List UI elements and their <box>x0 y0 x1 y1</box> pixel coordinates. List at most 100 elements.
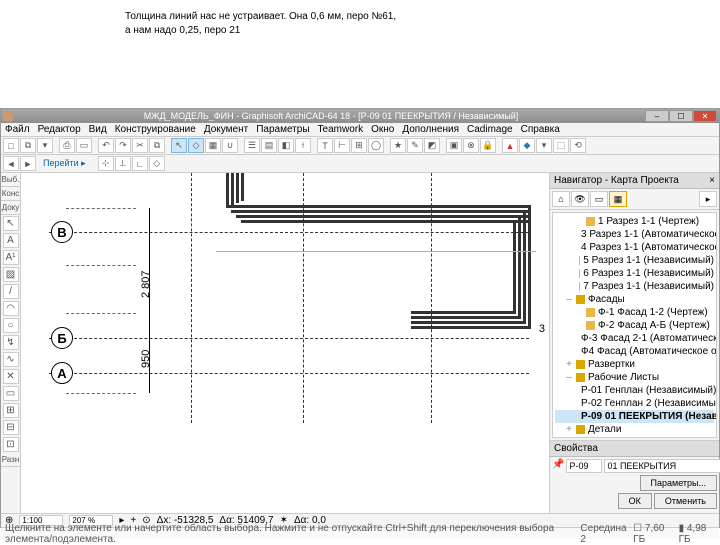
trace-icon[interactable]: ◧ <box>278 138 294 153</box>
pick-icon[interactable]: ◇ <box>188 138 204 153</box>
fill-tool-icon[interactable]: ▨ <box>3 267 19 282</box>
measure-icon[interactable]: ✎ <box>407 138 423 153</box>
plot-icon[interactable]: ▭ <box>76 138 92 153</box>
menu-edit[interactable]: Редактор <box>38 124 81 135</box>
filter-icon[interactable]: ☰ <box>244 138 260 153</box>
left-tab-misc[interactable]: Разн <box>1 453 20 467</box>
polyline-tool-icon[interactable]: ↯ <box>3 335 19 350</box>
tree-item[interactable]: Ф-3 Фасад 2-1 (Автоматическое обнов <box>555 332 714 345</box>
tree-item[interactable]: +Детали <box>555 423 714 436</box>
tree-item[interactable]: 6 Разрез 1-1 (Независимый) <box>555 267 714 280</box>
menu-addons[interactable]: Дополнения <box>402 124 459 135</box>
left-tab-select[interactable]: Выб. <box>1 173 20 187</box>
tree-item[interactable]: Ф-2 Фасад А-Б (Чертеж) <box>555 319 714 332</box>
left-tab-design[interactable]: Конс <box>1 187 20 201</box>
render-icon[interactable]: ◆ <box>519 138 535 153</box>
dim-icon[interactable]: ⊢ <box>334 138 350 153</box>
snap3-icon[interactable]: ∟ <box>132 156 148 171</box>
back-icon[interactable]: ◄ <box>3 156 19 171</box>
text-tool-icon[interactable]: A <box>3 233 19 248</box>
ruler-icon[interactable]: ⟊ <box>295 138 311 153</box>
menu-help[interactable]: Справка <box>521 124 560 135</box>
menu-design[interactable]: Конструирование <box>115 124 196 135</box>
ok-button[interactable]: ОК <box>618 493 652 509</box>
story-icon[interactable]: ▾ <box>536 138 552 153</box>
arc-tool-icon[interactable]: ◠ <box>3 301 19 316</box>
menu-window[interactable]: Окно <box>371 124 394 135</box>
menu-file[interactable]: Файл <box>5 124 30 135</box>
section-tool-icon[interactable]: ⊟ <box>3 420 19 435</box>
window-close[interactable]: ✕ <box>693 110 717 122</box>
label-tool-icon[interactable]: A¹ <box>3 250 19 265</box>
params-button[interactable]: Параметры... <box>640 475 717 491</box>
cut-icon[interactable]: ✂ <box>132 138 148 153</box>
tree-item[interactable]: –Рабочие Листы <box>555 371 714 384</box>
favorites-icon[interactable]: ★ <box>390 138 406 153</box>
drawing-canvas[interactable]: В Б А 2 807 950 3 <box>21 173 549 513</box>
detail-icon[interactable]: ◯ <box>368 138 384 153</box>
nav-tab-layout[interactable]: ▭ <box>590 191 608 207</box>
orbit-icon[interactable]: ⟲ <box>570 138 586 153</box>
tree-item[interactable]: +3D-документы <box>555 436 714 438</box>
snap2-icon[interactable]: ⟂ <box>115 156 131 171</box>
tree-item[interactable]: Р-01 Генплан (Независимый) <box>555 384 714 397</box>
nav-tab-project[interactable]: ⌂ <box>552 191 570 207</box>
figure-tool-icon[interactable]: ▭ <box>3 386 19 401</box>
magnet-icon[interactable]: ∪ <box>222 138 238 153</box>
spline-tool-icon[interactable]: ∿ <box>3 352 19 367</box>
camera-icon[interactable]: ◩ <box>424 138 440 153</box>
marquee-icon[interactable]: ▦ <box>205 138 221 153</box>
pin-icon[interactable]: 📌 <box>552 459 564 473</box>
arrow-tool-icon[interactable]: ↖ <box>3 216 19 231</box>
layer-icon[interactable]: ▤ <box>261 138 277 153</box>
menu-options[interactable]: Параметры <box>256 124 309 135</box>
tree-item[interactable]: 7 Разрез 1-1 (Независимый) <box>555 280 714 293</box>
window-minimize[interactable]: – <box>645 110 669 122</box>
menu-document[interactable]: Документ <box>204 124 248 135</box>
palette-icon[interactable]: ⬚ <box>553 138 569 153</box>
snap4-icon[interactable]: ◇ <box>149 156 165 171</box>
nav-tab-view[interactable]: 👁 <box>571 191 589 207</box>
tree-item[interactable]: –Фасады <box>555 293 714 306</box>
navigator-close-icon[interactable]: × <box>709 175 715 186</box>
view3d-icon[interactable]: ▲ <box>502 138 518 153</box>
undo-icon[interactable]: ↶ <box>98 138 114 153</box>
tree-item[interactable]: Р-09 01 ПЕЕКРЫТИЯ (Независи <box>555 410 714 423</box>
open-icon[interactable]: ⧉ <box>20 138 36 153</box>
snap1-icon[interactable]: ⊹ <box>98 156 114 171</box>
line-tool-icon[interactable]: / <box>3 284 19 299</box>
circle-tool-icon[interactable]: ○ <box>3 318 19 333</box>
prop-name-input[interactable] <box>604 459 720 473</box>
tree-item[interactable]: Ф4 Фасад (Автоматическое обнов <box>555 345 714 358</box>
menu-view[interactable]: Вид <box>89 124 107 135</box>
nav-options-icon[interactable]: ▸ <box>699 191 717 207</box>
navigator-tree[interactable]: 1 Разрез 1-1 (Чертеж)3 Разрез 1-1 (Автом… <box>552 212 717 438</box>
detail-tool-icon[interactable]: ⊡ <box>3 437 19 452</box>
tree-item[interactable]: Р-02 Генплан 2 (Независимый) <box>555 397 714 410</box>
prop-id-input[interactable] <box>566 459 602 473</box>
menu-teamwork[interactable]: Teamwork <box>318 124 364 135</box>
tree-item[interactable]: +Развертки <box>555 358 714 371</box>
menu-cadimage[interactable]: Cadimage <box>467 124 513 135</box>
hotspot-tool-icon[interactable]: ✕ <box>3 369 19 384</box>
fwd-icon[interactable]: ► <box>20 156 36 171</box>
tree-item[interactable]: Ф-1 Фасад 1-2 (Чертеж) <box>555 306 714 319</box>
group-icon[interactable]: ▣ <box>446 138 462 153</box>
print-icon[interactable]: ⎙ <box>59 138 75 153</box>
cancel-button[interactable]: Отменить <box>654 493 717 509</box>
arrow-icon[interactable]: ↖ <box>171 138 187 153</box>
copy-icon[interactable]: ⧉ <box>149 138 165 153</box>
window-maximize[interactable]: ☐ <box>669 110 693 122</box>
save-icon[interactable]: ▾ <box>37 138 53 153</box>
tree-item[interactable]: 3 Разрез 1-1 (Автоматическое обн <box>555 228 714 241</box>
drawing-tool-icon[interactable]: ⊞ <box>3 403 19 418</box>
section-icon[interactable]: ⊞ <box>351 138 367 153</box>
tree-item[interactable]: 5 Разрез 1-1 (Независимый) <box>555 254 714 267</box>
new-icon[interactable]: □ <box>3 138 19 153</box>
nav-tab-publisher[interactable]: ▦ <box>609 191 627 207</box>
tree-item[interactable]: 1 Разрез 1-1 (Чертеж) <box>555 215 714 228</box>
redo-icon[interactable]: ↷ <box>115 138 131 153</box>
lock-icon[interactable]: 🔒 <box>480 138 496 153</box>
text-icon[interactable]: T <box>317 138 333 153</box>
goto-link[interactable]: Перейти ▸ <box>37 158 92 169</box>
